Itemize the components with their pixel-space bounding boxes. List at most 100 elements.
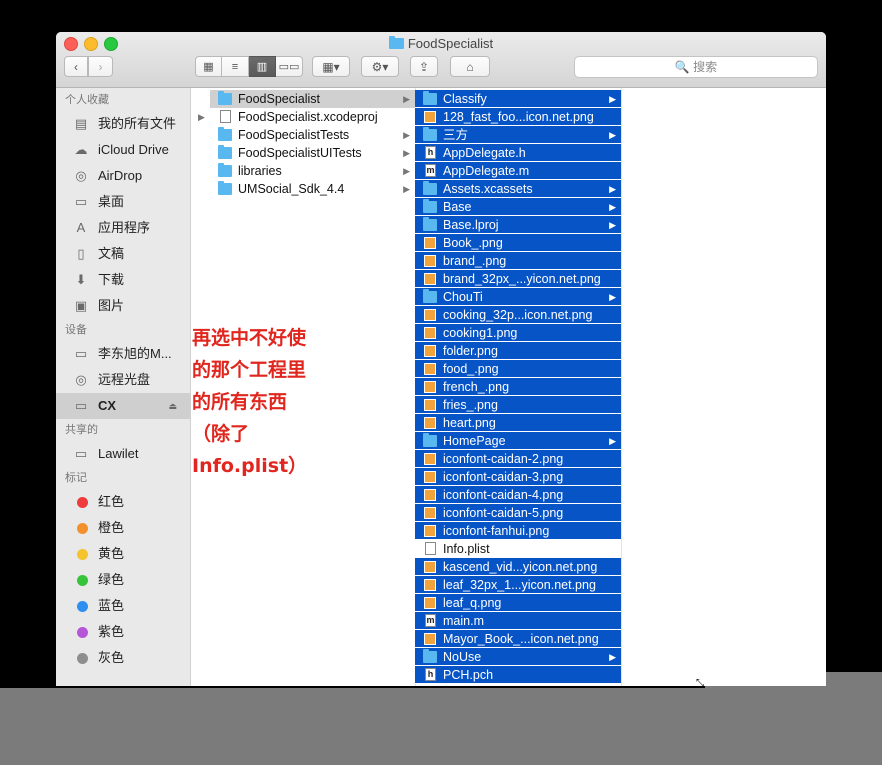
file-row[interactable]: leaf_q.png: [415, 594, 621, 612]
file-row[interactable]: m AppDelegate.m: [415, 162, 621, 180]
file-name: NoUse: [443, 650, 482, 664]
file-name: UMSocial_Sdk_4.4: [238, 182, 345, 196]
favorites-item[interactable]: A 应用程序: [56, 215, 190, 241]
file-row[interactable]: FoodSpecialist.xcodeproj ▶: [198, 108, 415, 126]
file-name: Book_.png: [443, 236, 503, 250]
file-row[interactable]: m main.m: [415, 612, 621, 630]
column-view-button[interactable]: ▥: [249, 56, 276, 77]
image-file-icon: [424, 399, 436, 411]
favorites-item[interactable]: ▯ 文稿: [56, 241, 190, 267]
file-row[interactable]: iconfont-caidan-3.png: [415, 468, 621, 486]
file-row[interactable]: folder.png: [415, 342, 621, 360]
tag-item[interactable]: 蓝色: [56, 593, 190, 619]
favorites-item[interactable]: ⬇ 下载: [56, 267, 190, 293]
icon-view-button[interactable]: ▦: [195, 56, 222, 77]
image-file-icon: [424, 309, 436, 321]
file-name: FoodSpecialistUITests: [238, 146, 362, 160]
file-row[interactable]: food_.png: [415, 360, 621, 378]
sidebar-item-icon: ☁: [74, 142, 88, 157]
chevron-right-icon: ▶: [403, 184, 410, 194]
eject-icon[interactable]: ⏏: [168, 393, 177, 419]
sidebar-item-label: AirDrop: [98, 168, 143, 183]
file-row[interactable]: iconfont-caidan-5.png: [415, 504, 621, 522]
arrange-button[interactable]: ▦▾: [312, 56, 350, 77]
file-name: iconfont-caidan-3.png: [443, 470, 564, 484]
tag-item[interactable]: 紫色: [56, 619, 190, 645]
file-row[interactable]: iconfont-fanhui.png: [415, 522, 621, 540]
sidebar-item-label: 应用程序: [98, 220, 151, 235]
file-row[interactable]: iconfont-caidan-4.png: [415, 486, 621, 504]
tag-item[interactable]: 橙色: [56, 515, 190, 541]
file-row[interactable]: heart.png: [415, 414, 621, 432]
file-row[interactable]: kascend_vid...yicon.net.png: [415, 558, 621, 576]
file-row[interactable]: HomePage ▶: [415, 432, 621, 450]
tag-button[interactable]: ⌂: [450, 56, 490, 77]
disclosure-triangle-icon[interactable]: ▶: [198, 108, 205, 126]
red-annotation-text: 再选中不好使 的那个工程里 的所有东西 （除了 Info.plist）: [192, 327, 308, 477]
list-view-button[interactable]: ≡: [222, 56, 249, 77]
file-row[interactable]: Mayor_Book_...icon.net.png: [415, 630, 621, 648]
window-title: FoodSpecialist: [56, 36, 826, 51]
file-name: AppDelegate.h: [443, 146, 526, 160]
favorites-item[interactable]: ◎ AirDrop: [56, 163, 190, 189]
sidebar-item-label: 图片: [98, 298, 125, 313]
file-row[interactable]: cooking_32p...icon.net.png: [415, 306, 621, 324]
tag-item[interactable]: 绿色: [56, 567, 190, 593]
forward-button[interactable]: ›: [88, 56, 113, 77]
tag-item[interactable]: 黄色: [56, 541, 190, 567]
image-file-icon: [424, 327, 436, 339]
file-row[interactable]: h AppDelegate.h: [415, 144, 621, 162]
favorites-item[interactable]: ▤ 我的所有文件: [56, 111, 190, 137]
back-button[interactable]: ‹: [64, 56, 88, 77]
file-row[interactable]: brand_32px_...yicon.net.png: [415, 270, 621, 288]
chevron-right-icon: ▶: [609, 130, 616, 140]
file-row[interactable]: FoodSpecialist ▶: [210, 90, 415, 108]
favorites-item[interactable]: ▣ 图片: [56, 293, 190, 319]
tag-color-dot: [77, 627, 88, 638]
favorites-item[interactable]: ▭ 桌面: [56, 189, 190, 215]
file-row[interactable]: ChouTi ▶: [415, 288, 621, 306]
file-row[interactable]: NoUse ▶: [415, 648, 621, 666]
file-row[interactable]: Assets.xcassets ▶: [415, 180, 621, 198]
favorites-item[interactable]: ☁ iCloud Drive: [56, 137, 190, 163]
file-row[interactable]: UMSocial_Sdk_4.4 ▶: [210, 180, 415, 198]
sidebar-item-icon: ▭: [74, 194, 88, 209]
cover-flow-button[interactable]: ▭▭: [276, 56, 303, 77]
action-gear-button[interactable]: ⚙▾: [361, 56, 399, 77]
tag-item[interactable]: 灰色: [56, 645, 190, 671]
file-row[interactable]: Book_.png: [415, 234, 621, 252]
tag-item[interactable]: 红色: [56, 489, 190, 515]
file-row[interactable]: cooking1.png: [415, 324, 621, 342]
file-row[interactable]: 128_fast_foo...icon.net.png: [415, 108, 621, 126]
file-row[interactable]: h PCH.pch: [415, 666, 621, 684]
search-input[interactable]: 🔍 搜索: [574, 56, 818, 78]
image-file-icon: [424, 471, 436, 483]
file-row[interactable]: brand_.png: [415, 252, 621, 270]
file-row[interactable]: Info.plist: [415, 540, 621, 558]
file-row[interactable]: Classify ▶: [415, 90, 621, 108]
device-item[interactable]: ▭ CX ⏏: [56, 393, 190, 419]
file-row[interactable]: 三方 ▶: [415, 126, 621, 144]
file-name: Mayor_Book_...icon.net.png: [443, 632, 599, 646]
folder-icon: [388, 36, 404, 49]
file-row[interactable]: iconfont-caidan-2.png: [415, 450, 621, 468]
folder-icon: [423, 289, 437, 303]
device-item[interactable]: ▭ 李东旭的M...: [56, 341, 190, 367]
file-row[interactable]: fries_.png: [415, 396, 621, 414]
file-row[interactable]: FoodSpecialistTests ▶: [210, 126, 415, 144]
shared-item[interactable]: ▭ Lawilet: [56, 441, 190, 467]
sidebar-item-label: 黄色: [98, 546, 125, 561]
chevron-right-icon: ▶: [609, 436, 616, 446]
file-row[interactable]: Base.lproj ▶: [415, 216, 621, 234]
file-row[interactable]: libraries ▶: [210, 162, 415, 180]
folder-icon: [423, 199, 437, 213]
image-file-icon: [424, 363, 436, 375]
share-button[interactable]: ⇪: [410, 56, 438, 77]
file-row[interactable]: french_.png: [415, 378, 621, 396]
sidebar-item-label: 紫色: [98, 624, 125, 639]
chevron-right-icon: ▶: [609, 292, 616, 302]
file-row[interactable]: FoodSpecialistUITests ▶: [210, 144, 415, 162]
device-item[interactable]: ◎ 远程光盘: [56, 367, 190, 393]
file-row[interactable]: Base ▶: [415, 198, 621, 216]
file-row[interactable]: leaf_32px_1...yicon.net.png: [415, 576, 621, 594]
